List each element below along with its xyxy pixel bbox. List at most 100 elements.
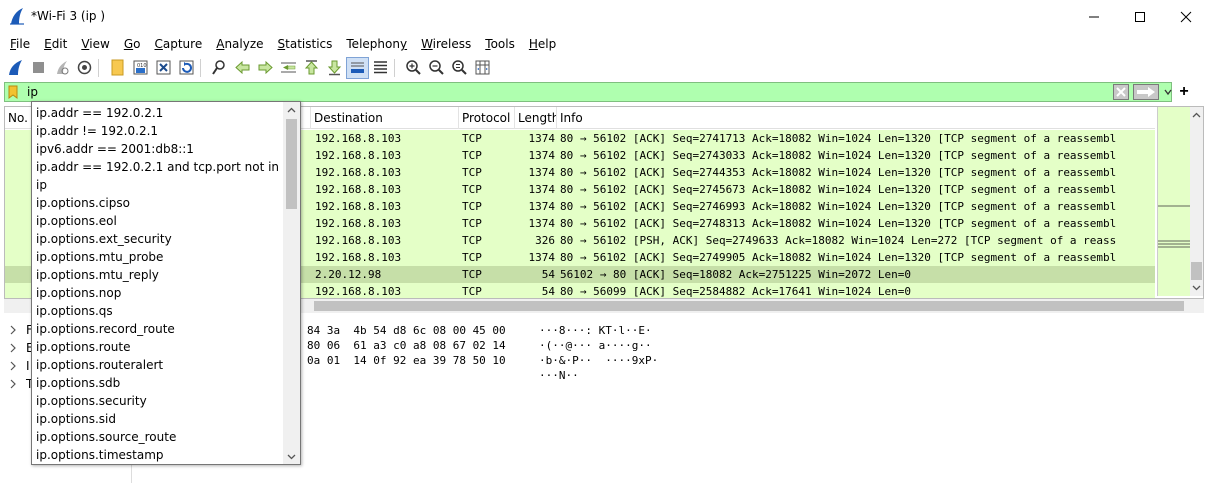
hex-row[interactable]: 0a 01 14 0f 92 ea 39 78 50 10 <box>307 353 506 368</box>
packet-length: 1374 <box>528 200 556 213</box>
packet-destination: 192.168.8.103 <box>315 132 402 145</box>
autocomplete-item[interactable]: ip.options.timestamp <box>36 446 283 464</box>
autocomplete-item[interactable]: ip.options.mtu_probe <box>36 248 283 266</box>
hex-row[interactable]: 80 06 61 a3 c0 a8 08 67 02 14 <box>307 338 506 353</box>
menu-file[interactable]: File <box>3 34 37 54</box>
stop-capture-button[interactable] <box>27 57 50 79</box>
save-file-button[interactable]: 010 <box>129 57 152 79</box>
hscroll-thumb[interactable] <box>314 301 1184 311</box>
zoom-in-button[interactable] <box>402 57 425 79</box>
ascii-row[interactable]: ···8···: KT·l··E· <box>539 323 652 338</box>
autocomplete-item[interactable]: ip.options.security <box>36 392 283 410</box>
filter-autocomplete-popup: ip.addr == 192.0.2.1 ip.addr != 192.0.2.1… <box>31 101 301 465</box>
capture-options-button[interactable] <box>73 57 96 79</box>
auto-scroll-button[interactable] <box>346 56 369 79</box>
chevron-right-icon[interactable] <box>8 339 18 357</box>
column-info[interactable]: Info <box>557 107 1155 129</box>
packet-minimap[interactable] <box>1157 107 1191 296</box>
menu-analyze[interactable]: Analyze <box>209 34 270 54</box>
autocomplete-item[interactable]: ip.options.sid <box>36 410 283 428</box>
scroll-thumb[interactable] <box>286 119 297 209</box>
open-file-button[interactable] <box>106 57 129 79</box>
autocomplete-item[interactable]: ip.options.eol <box>36 212 283 230</box>
go-first-button[interactable] <box>300 57 323 79</box>
restart-capture-button[interactable] <box>50 57 73 79</box>
column-destination[interactable]: Destination <box>311 107 459 129</box>
apply-filter-button[interactable] <box>1133 84 1159 100</box>
go-back-button[interactable] <box>231 57 254 79</box>
zoom-normal-button[interactable] <box>448 57 471 79</box>
autocomplete-item[interactable]: ip.options.cipso <box>36 194 283 212</box>
menu-capture[interactable]: Capture <box>147 34 209 54</box>
menu-go[interactable]: Go <box>117 34 148 54</box>
scroll-up-icon[interactable] <box>1192 111 1201 120</box>
scroll-down-icon[interactable] <box>1192 283 1201 292</box>
go-forward-button[interactable] <box>254 57 277 79</box>
shark-fin-start-icon <box>9 60 22 75</box>
autocomplete-item[interactable]: ip.options.record_route <box>36 320 283 338</box>
menu-help[interactable]: Help <box>522 34 563 54</box>
autocomplete-item[interactable]: ipv6.addr == 2001:db8::1 <box>36 140 283 158</box>
autocomplete-item[interactable]: ip.options.source_route <box>36 428 283 446</box>
packet-length: 1374 <box>528 183 556 196</box>
go-forward-icon <box>258 60 273 75</box>
scroll-up-icon[interactable] <box>287 106 296 115</box>
go-to-packet-button[interactable] <box>277 57 300 79</box>
start-capture-button[interactable] <box>4 57 27 79</box>
menu-telephony[interactable]: Telephony <box>339 34 414 54</box>
autocomplete-item[interactable]: ip.addr != 192.0.2.1 <box>36 122 283 140</box>
autocomplete-item[interactable]: ip.options.mtu_reply <box>36 266 283 284</box>
clear-filter-button[interactable] <box>1113 84 1129 100</box>
reload-file-button[interactable] <box>175 57 198 79</box>
zoom-out-button[interactable] <box>425 57 448 79</box>
autocomplete-item[interactable]: ip.options.ext_security <box>36 230 283 248</box>
autocomplete-item[interactable]: ip.options.nop <box>36 284 283 302</box>
chevron-right-icon[interactable] <box>8 357 18 375</box>
autocomplete-item[interactable]: ip.options.route <box>36 338 283 356</box>
chevron-right-icon[interactable] <box>8 375 18 393</box>
menu-view[interactable]: View <box>74 34 116 54</box>
resize-columns-button[interactable] <box>471 57 494 79</box>
packet-list-scrollbar[interactable] <box>1190 107 1203 296</box>
autocomplete-item[interactable]: ip.options.routeralert <box>36 356 283 374</box>
autocomplete-item[interactable]: ip.addr == 192.0.2.1 and tcp.port not in… <box>36 158 283 176</box>
go-last-button[interactable] <box>323 57 346 79</box>
reload-icon <box>179 60 194 75</box>
packet-destination: 192.168.8.103 <box>315 251 402 264</box>
packet-destination: 192.168.8.103 <box>315 285 402 298</box>
ascii-row[interactable]: ·b·&·P·· ····9xP· <box>539 353 658 368</box>
column-protocol[interactable]: Protocol <box>459 107 515 129</box>
close-file-button[interactable] <box>152 57 175 79</box>
minimize-button[interactable] <box>1071 0 1117 33</box>
autocomplete-item[interactable]: ip.options.qs <box>36 302 283 320</box>
chevron-right-icon[interactable] <box>8 321 18 339</box>
maximize-button[interactable] <box>1117 0 1163 33</box>
column-length[interactable]: Length <box>515 107 557 129</box>
packet-length: 1374 <box>528 251 556 264</box>
add-filter-button[interactable]: + <box>1177 82 1191 102</box>
close-window-button[interactable] <box>1163 0 1209 33</box>
colorize-button[interactable] <box>369 57 392 79</box>
hex-row[interactable]: 84 3a 4b 54 d8 6c 08 00 45 00 <box>307 323 506 338</box>
menu-tools[interactable]: Tools <box>478 34 522 54</box>
autocomplete-item[interactable]: ip <box>36 176 283 194</box>
packet-protocol: TCP <box>462 251 482 264</box>
menu-wireless[interactable]: Wireless <box>414 34 478 54</box>
scroll-down-icon[interactable] <box>287 452 296 461</box>
ascii-row[interactable]: ·(··@··· a····g·· <box>539 338 652 353</box>
packet-info: 80 → 56099 [ACK] Seq=2584882 Ack=17641 W… <box>560 285 911 298</box>
scroll-thumb[interactable] <box>1191 262 1202 280</box>
autocomplete-item[interactable]: ip.addr == 192.0.2.1 <box>36 104 283 122</box>
ascii-row[interactable]: ···N·· <box>539 368 579 383</box>
menu-edit[interactable]: Edit <box>37 34 74 54</box>
menu-statistics[interactable]: Statistics <box>271 34 340 54</box>
packet-destination: 192.168.8.103 <box>315 183 402 196</box>
find-packet-button[interactable] <box>208 57 231 79</box>
bookmark-icon[interactable] <box>8 85 18 99</box>
autocomplete-scrollbar[interactable] <box>283 102 300 464</box>
display-filter-input[interactable] <box>25 83 1105 101</box>
filter-history-dropdown[interactable] <box>1163 84 1173 100</box>
go-back-icon <box>235 60 250 75</box>
autocomplete-item[interactable]: ip.options.sdb <box>36 374 283 392</box>
packet-length: 54 <box>541 285 555 298</box>
